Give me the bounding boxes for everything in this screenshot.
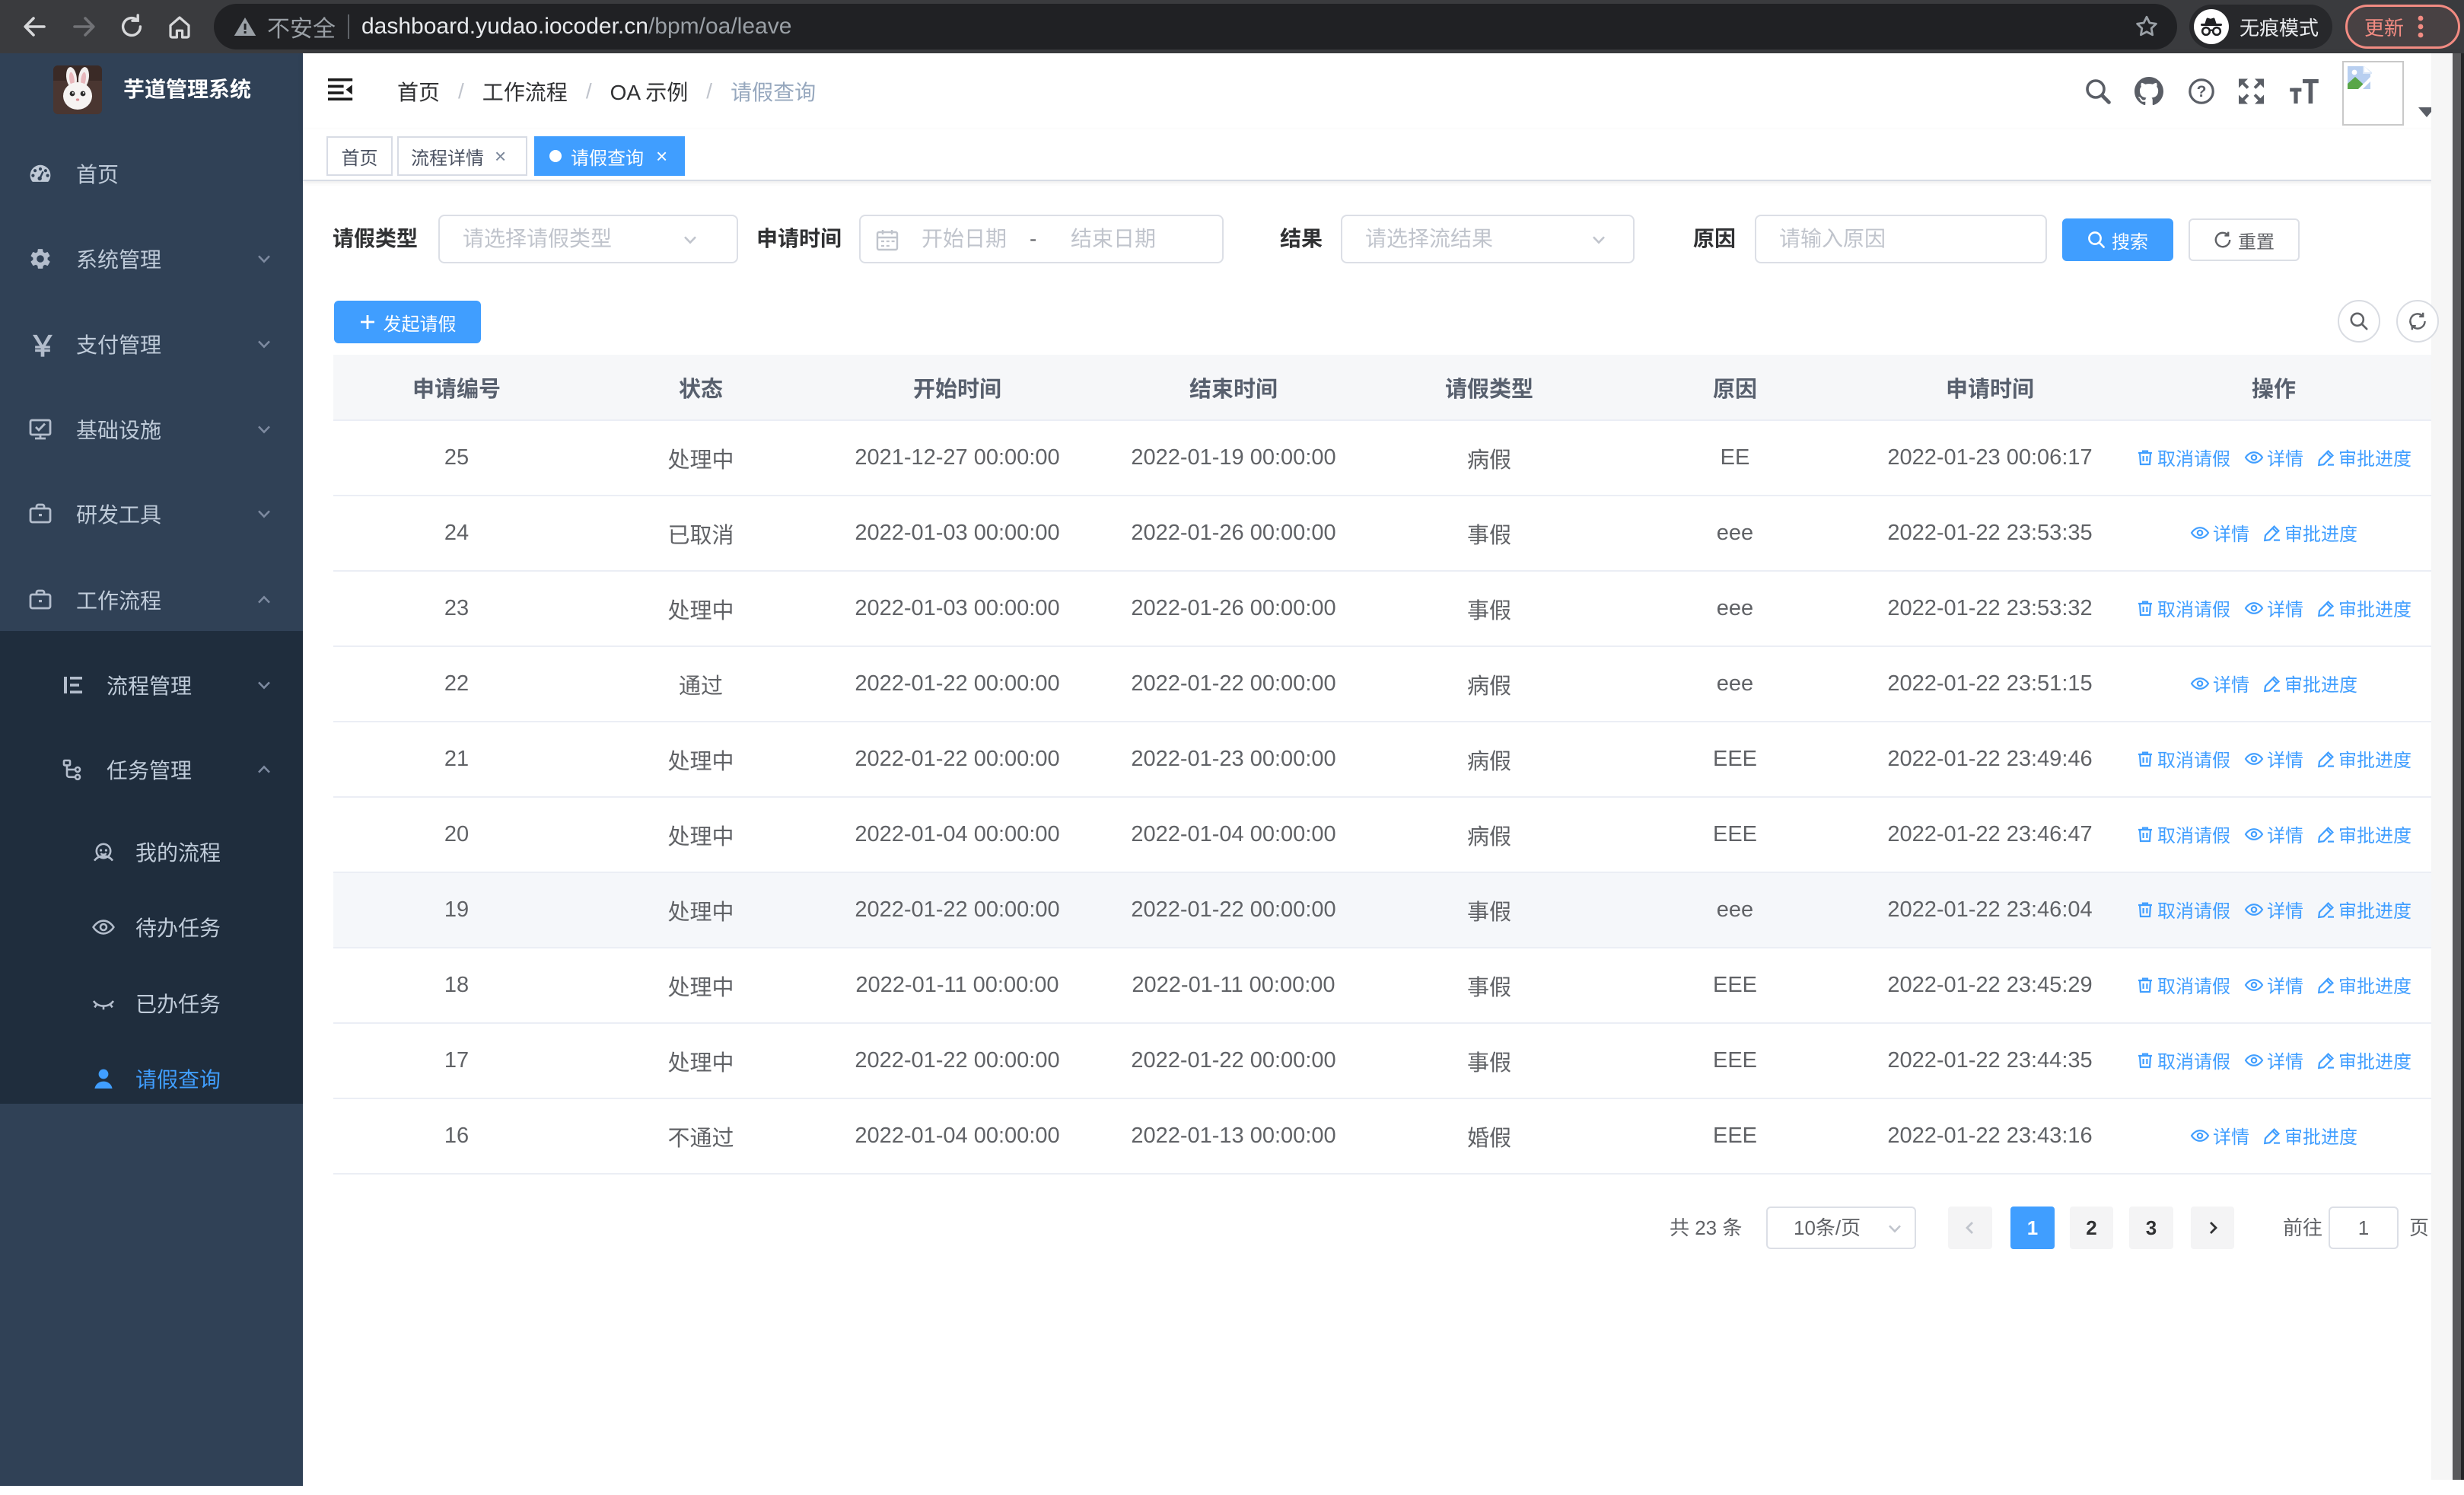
svg-text:?: ? [2197, 83, 2207, 100]
